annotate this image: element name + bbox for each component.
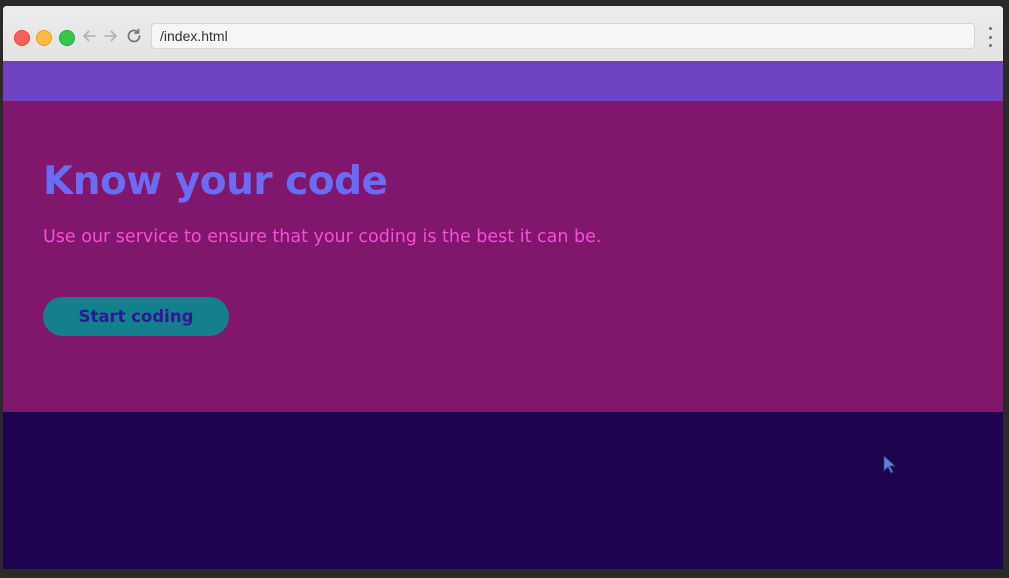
hero-section: Know your code Use our service to ensure…	[3, 101, 1003, 412]
mouse-cursor-icon	[883, 455, 897, 474]
browser-toolbar: /index.html	[3, 6, 1003, 62]
address-bar[interactable]: /index.html	[151, 23, 975, 49]
maximize-window-icon[interactable]	[59, 30, 75, 46]
menu-dots-icon[interactable]	[987, 27, 993, 47]
reload-icon[interactable]	[124, 25, 144, 47]
page-viewport: Know your code Use our service to ensure…	[3, 61, 1003, 569]
hero-subtitle: Use our service to ensure that your codi…	[43, 227, 602, 247]
minimize-window-icon[interactable]	[36, 30, 52, 46]
forward-arrow-icon[interactable]	[101, 25, 121, 47]
hero-title: Know your code	[43, 159, 388, 204]
start-coding-button[interactable]: Start coding	[43, 297, 229, 336]
close-window-icon[interactable]	[14, 30, 30, 46]
site-navbar	[3, 61, 1003, 101]
url-text: /index.html	[160, 28, 228, 44]
browser-window: /index.html Know your code Use our servi…	[3, 6, 1003, 569]
back-arrow-icon[interactable]	[79, 25, 99, 47]
